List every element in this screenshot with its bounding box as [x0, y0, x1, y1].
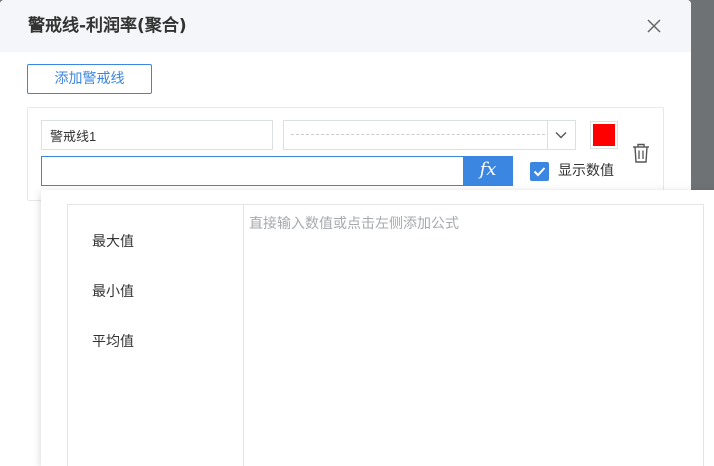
show-value-label: 显示数值 — [558, 163, 614, 179]
check-icon — [533, 167, 546, 177]
function-item-min[interactable]: 最小值 — [92, 281, 212, 303]
fx-formula-button[interactable]: fx — [463, 156, 513, 186]
dashed-line-preview — [291, 134, 545, 135]
color-swatch-fill — [593, 124, 615, 146]
close-icon[interactable] — [642, 14, 666, 38]
trash-icon[interactable] — [631, 142, 651, 164]
function-item-avg[interactable]: 平均值 — [92, 331, 212, 353]
line-style-select[interactable] — [283, 120, 576, 150]
chevron-down-icon — [555, 132, 567, 139]
add-warning-line-button[interactable]: 添加警戒线 — [27, 64, 152, 94]
line-color-picker[interactable] — [590, 121, 618, 149]
formula-input[interactable] — [41, 156, 465, 186]
dialog-title: 警戒线-利润率(聚合) — [28, 16, 187, 36]
show-value-checkbox[interactable] — [530, 162, 549, 181]
formula-editor-placeholder[interactable]: 直接输入数值或点击左侧添加公式 — [249, 213, 689, 235]
select-separator — [547, 121, 548, 149]
line-name-input[interactable] — [41, 120, 273, 150]
function-item-max[interactable]: 最大值 — [92, 231, 212, 253]
dialog-header: 警戒线-利润率(聚合) — [0, 0, 691, 52]
